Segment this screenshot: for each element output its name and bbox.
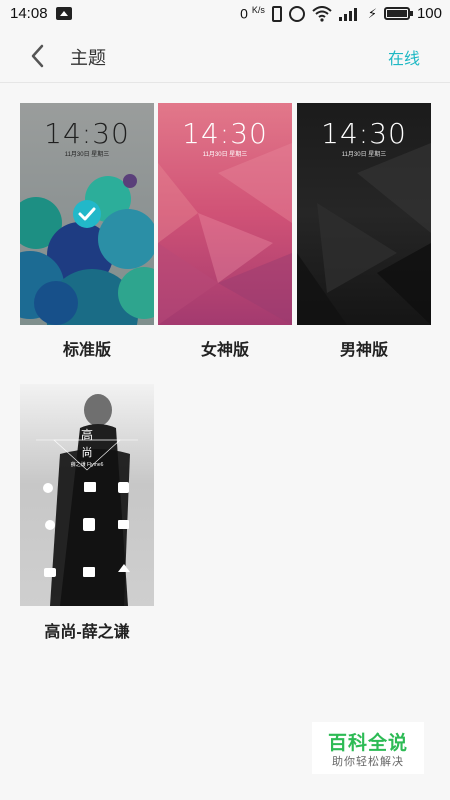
theme-card-xuezhiqian[interactable]: 高 尚 薛之谦 Flyme6 (20, 384, 154, 606)
watermark-logo: 百科全说 助你轻松解决 (312, 722, 424, 774)
battery-level: 100 (416, 5, 442, 22)
charging-icon: ⚡ (367, 5, 377, 21)
alarm-icon (288, 5, 305, 22)
lock-time: 14:30 (44, 117, 130, 150)
theme-card-god[interactable]: 14:30 11月30日 星期三 (297, 103, 431, 325)
theme-name-goddess: 女神版 (200, 342, 249, 359)
selected-check-icon (73, 200, 101, 228)
lock-time: 14:30 (321, 117, 407, 150)
theme-name-standard: 标准版 (62, 342, 111, 359)
theme-name-xuezhiqian: 高尚-薛之谦 (44, 624, 130, 641)
cover-title-2: 尚 (81, 447, 93, 459)
page-title: 主题 (70, 48, 106, 68)
signal-icon (338, 7, 361, 21)
lock-date: 11月30日 星期三 (202, 152, 248, 158)
cover-title-1: 高 (80, 428, 93, 442)
theme-card-goddess[interactable]: 14:30 11月30日 星期三 (158, 103, 292, 325)
watermark-subtitle: 助你轻松解决 (332, 756, 404, 768)
image-notification-icon (55, 7, 72, 20)
online-themes-link[interactable]: 在线 (388, 45, 420, 69)
back-arrow-icon (31, 44, 44, 68)
lock-time: 14:30 (182, 117, 268, 150)
theme-name-god: 男神版 (339, 342, 388, 359)
back-button[interactable] (26, 42, 52, 70)
watermark-title: 百科全说 (327, 733, 408, 754)
status-bar: 14:08 0 K/s ⚡ 100 (0, 0, 450, 30)
theme-card-standard[interactable]: 14:30 11月30日 星期三 (20, 103, 154, 325)
wifi-icon (312, 5, 332, 22)
cover-caption: 薛之谦 Flyme6 (70, 462, 104, 468)
lock-date: 11月30日 星期三 (64, 152, 110, 158)
xuezhiqian-wallpaper (36, 394, 138, 606)
status-time: 14:08 (10, 5, 48, 22)
app-header: 主题 在线 (0, 30, 450, 83)
lock-date: 11月30日 星期三 (341, 152, 387, 158)
network-speed: 0 K/s (240, 5, 265, 22)
battery-icon (383, 7, 413, 20)
vibrate-icon (271, 5, 282, 22)
